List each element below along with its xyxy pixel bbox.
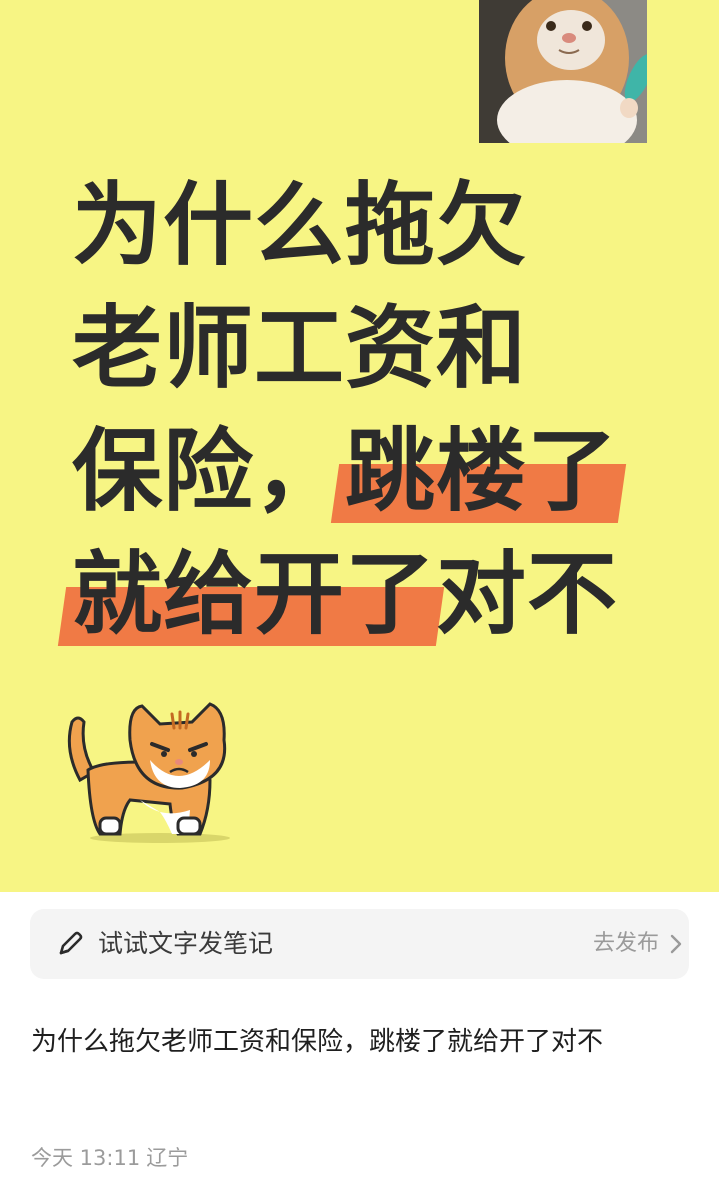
composer-bar[interactable]: 试试文字发笔记 去发布 [30, 909, 689, 979]
pencil-icon [59, 931, 83, 955]
headline-line-3: 保险，跳楼了 [72, 410, 692, 533]
publish-link[interactable]: 去发布 [593, 909, 659, 979]
headline-line-3-marked: 跳楼了 [345, 419, 618, 524]
composer-placeholder[interactable]: 试试文字发笔记 [98, 909, 273, 979]
headline-highlight-1: 跳楼了 [345, 410, 618, 533]
cat-meme-photo [479, 0, 647, 143]
poster-headline: 为什么拖欠 老师工资和 保险，跳楼了 就给开了对不 [72, 164, 692, 656]
headline-line-2: 老师工资和 [72, 296, 527, 401]
poster-image: 为什么拖欠 老师工资和 保险，跳楼了 就给开了对不 [0, 0, 719, 892]
headline-line-3-plain: 保险， [72, 419, 345, 524]
headline-highlight-2: 就给开了 [72, 533, 436, 656]
post-date: 今天 13:11 [31, 1146, 141, 1170]
grumpy-orange-cat-cartoon [67, 702, 230, 843]
headline-line-4: 就给开了对不 [72, 533, 692, 656]
post-location: 辽宁 [146, 1146, 189, 1170]
headline-line-4-marked: 就给开了 [72, 542, 436, 647]
headline-line-1: 为什么拖欠 [72, 173, 527, 278]
headline-line-4-plain: 对不 [436, 542, 618, 647]
chevron-right-icon[interactable] [669, 933, 683, 955]
post-meta: 今天 13:11 辽宁 [31, 1143, 194, 1173]
post-body: 为什么拖欠老师工资和保险，跳楼了就给开了对不 [31, 1027, 604, 1057]
